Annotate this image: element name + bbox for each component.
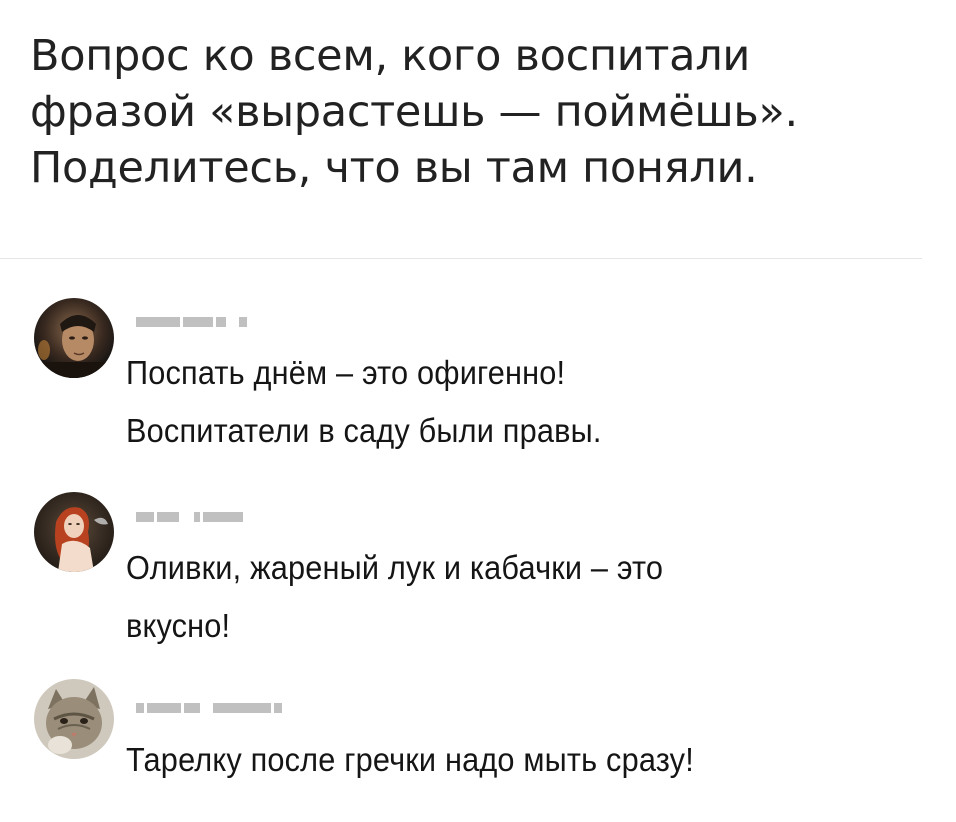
comment-text: Оливки, жареный лук и кабачки – это вкус… [126,539,663,655]
comment-text-line: Тарелку после гречки надо мыть сразу! [126,741,694,778]
comment-text: Поспать днём – это офигенно! Воспитатели… [126,344,602,460]
comment-text-line: Воспитатели в саду были правы. [126,412,602,449]
author-name-redacted[interactable] [136,506,246,522]
avatar-cat-icon[interactable] [34,679,114,759]
author-name-redacted[interactable] [136,311,250,327]
avatar-man-icon[interactable] [34,298,114,378]
post-text-line: фразой «вырастешь — поймёшь». [30,87,798,137]
comment-text: Тарелку после гречки надо мыть сразу! [126,731,694,789]
comments-divider [0,258,922,259]
author-name-redacted[interactable] [136,697,285,713]
post-text-line: Вопрос ко всем, кого воспитали [30,31,751,81]
comment-text-line: вкусно! [126,607,231,644]
post-text: Вопрос ко всем, кого воспитали фразой «в… [30,28,940,196]
comment-text-line: Оливки, жареный лук и кабачки – это [126,549,664,586]
comment-text-line: Поспать днём – это офигенно! [126,354,566,391]
post-text-line: Поделитесь, что вы там поняли. [30,143,758,193]
avatar-woman-icon[interactable] [34,492,114,572]
